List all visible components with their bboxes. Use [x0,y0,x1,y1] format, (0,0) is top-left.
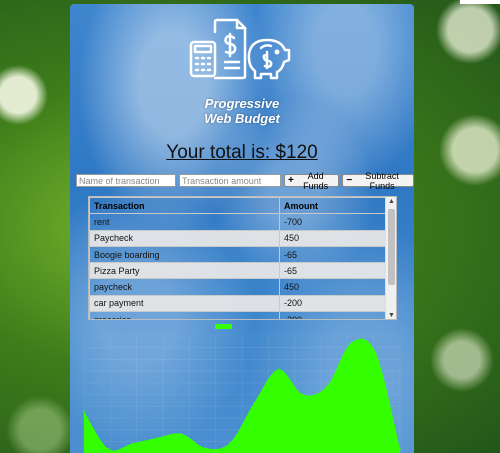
subtract-funds-label: Subtract Funds [365,170,399,191]
chart-legend-swatch [215,324,232,329]
scroll-down-arrow-icon[interactable]: ▼ [386,311,396,319]
chart-data-point [131,442,134,445]
chart-data-point [277,368,280,371]
transaction-name-input[interactable] [76,174,176,187]
column-header-transaction: Transaction [89,197,280,215]
transaction-amount: -200 [279,294,386,313]
budget-app: Progressive Web Budget Your total is: $1… [70,4,414,453]
chart-data-point [301,393,304,396]
add-funds-label: Add Funds [303,170,329,191]
page-corner [460,0,500,4]
table-row: rent -700 [89,213,386,231]
budget-logo-icon [189,18,291,80]
chart-data-point [83,410,85,413]
chart-data-point [374,351,377,354]
chart-data-point [350,341,353,344]
chart-data-point [107,448,110,450]
chart-data-point [399,448,401,450]
chart-data-point [326,385,328,387]
chart-data-point [180,432,183,435]
subtract-funds-button[interactable]: − Subtract Funds [342,171,414,191]
transaction-name: car payment [89,294,280,313]
transaction-amount: -65 [279,245,386,264]
chart-data-point [156,437,158,439]
transaction-name: Boogie boarding [89,245,280,264]
transaction-name: rent [89,213,280,231]
transaction-form: + Add Funds − Subtract Funds [76,171,414,191]
table-row: groceries -200 [89,311,386,319]
table-row: paycheck 450 [89,278,386,296]
add-funds-button[interactable]: + Add Funds [284,171,340,191]
table-header-row: Transaction Amount [89,197,386,215]
app-title-line1: Progressive [204,96,280,111]
table-scrollbar[interactable]: ▲ ▼ [385,197,396,319]
transactions-table-container[interactable]: Transaction Amount rent -700 Paycheck 45… [88,196,397,320]
transaction-amount: 450 [279,229,386,247]
table-row: Paycheck 450 [89,229,386,247]
scroll-up-arrow-icon[interactable]: ▲ [386,197,396,207]
transaction-amount: -700 [279,213,386,231]
transactions-table: Transaction Amount rent -700 Paycheck 45… [89,197,386,319]
app-title-line2: Web Budget [204,111,280,126]
table-row: Pizza Party -65 [89,262,386,280]
chart-data-point [204,447,207,449]
chart-data-point [229,442,231,444]
total-balance: Your total is: $120 [166,142,318,163]
transaction-amount-input[interactable] [179,174,281,187]
table-row: car payment -200 [89,294,386,313]
transaction-amount: 450 [279,278,386,296]
table-row: Boogie boarding -65 [89,245,386,264]
transaction-name: Pizza Party [89,262,280,280]
transaction-name: Paycheck [89,229,280,247]
transaction-name: groceries [89,311,280,319]
transaction-amount: -200 [279,311,386,319]
column-header-amount: Amount [279,197,386,215]
plus-icon: + [288,175,294,186]
scroll-thumb[interactable] [388,209,395,285]
chart-data-point [253,402,255,404]
transaction-name: paycheck [89,278,280,296]
minus-icon: − [346,175,353,186]
transaction-amount: -65 [279,262,386,280]
balance-chart [83,324,401,453]
